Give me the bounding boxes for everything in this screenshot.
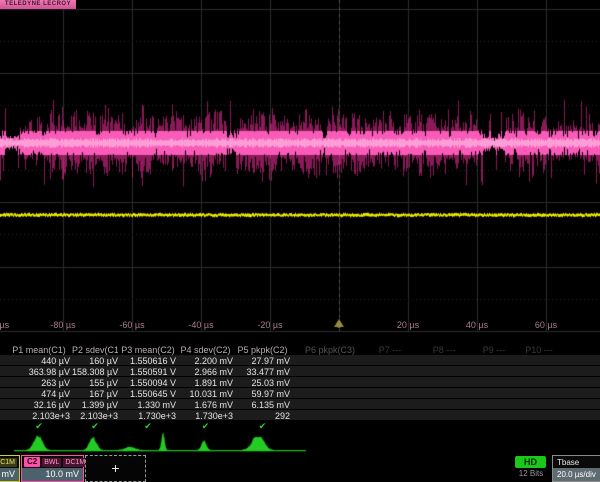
time-axis-label: -20 µs xyxy=(248,320,292,331)
c2-coupling-badge: DC1M xyxy=(63,458,87,467)
param-header-p6[interactable]: P6 pkpk(C3) xyxy=(300,345,360,355)
c2-bwl-badge: BWL xyxy=(42,458,61,467)
p3-mean-cell: 1.550591 V xyxy=(120,367,176,377)
time-axis-label: -80 µs xyxy=(41,320,85,331)
p5-mean-cell: 33.477 mV xyxy=(235,367,290,377)
p4-value-cell: 2.200 mV xyxy=(178,356,233,366)
time-axis-label: -40 µs xyxy=(179,320,223,331)
p3-sdev-cell: 1.330 mV xyxy=(120,400,176,410)
time-axis-label: 60 µs xyxy=(524,320,568,331)
p3-max-cell: 1.550645 V xyxy=(120,389,176,399)
oscilloscope-screen: { "brand_tab": { "label": "TELEDYNE LECR… xyxy=(0,0,600,480)
time-axis-label: 20 µs xyxy=(386,320,430,331)
p4-max-cell: 10.031 mV xyxy=(178,389,233,399)
param-header-p8[interactable]: P8 --- xyxy=(424,345,464,355)
p2-sdev-cell: 1.399 µV xyxy=(72,400,118,410)
p5-status-check-icon: ✔ xyxy=(235,421,290,431)
hd-mode-badge[interactable]: HD xyxy=(515,456,546,468)
p1-mean-cell: 363.98 µV xyxy=(8,367,70,377)
p2-max-cell: 167 µV xyxy=(72,389,118,399)
p3-min-cell: 1.550094 V xyxy=(120,378,176,388)
c2-channel-chip: C2 xyxy=(24,457,40,467)
p5-sdev-cell: 6.135 mV xyxy=(235,400,290,410)
p3-num-cell: 1.730e+3 xyxy=(120,411,176,421)
param-header-p1[interactable]: P1 mean(C1) xyxy=(8,345,70,355)
time-axis-label: -100 µs xyxy=(0,320,16,331)
c1-coupling-badge: DC1M xyxy=(0,458,17,467)
p4-status-check-icon: ✔ xyxy=(178,421,233,431)
param-header-p10[interactable]: P10 --- xyxy=(518,345,560,355)
p4-num-cell: 1.730e+3 xyxy=(178,411,233,421)
p1-sdev-cell: 32.16 µV xyxy=(8,400,70,410)
p1-min-cell: 263 µV xyxy=(8,378,70,388)
p5-num-cell: 292 xyxy=(235,411,290,421)
time-axis-label: 40 µs xyxy=(455,320,499,331)
p2-mean-cell: 158.308 µV xyxy=(72,367,118,377)
timebase-label: Tbase xyxy=(553,456,600,468)
p2-num-cell: 2.103e+3 xyxy=(72,411,118,421)
c1-scale-value: 10.0 mV xyxy=(0,468,19,481)
p1-status-check-icon: ✔ xyxy=(8,421,70,431)
p5-min-cell: 25.03 mV xyxy=(235,378,290,388)
p5-max-cell: 59.97 mV xyxy=(235,389,290,399)
resolution-label: 12 Bits xyxy=(511,469,551,478)
param-header-p9[interactable]: P9 --- xyxy=(474,345,514,355)
p2-status-check-icon: ✔ xyxy=(72,421,118,431)
p2-value-cell: 160 µV xyxy=(72,356,118,366)
p4-sdev-cell: 1.676 mV xyxy=(178,400,233,410)
c1-descriptor-box[interactable]: DC1M 10.0 mV xyxy=(0,455,20,482)
p5-value-cell: 27.97 mV xyxy=(235,356,290,366)
param-header-p5[interactable]: P5 pkpk(C2) xyxy=(235,345,290,355)
p1-num-cell: 2.103e+3 xyxy=(8,411,70,421)
time-axis-label: -60 µs xyxy=(110,320,154,331)
c2-scale-value: 10.0 mV xyxy=(22,468,83,481)
timebase-descriptor-box[interactable]: Tbase 20.0 µs/div xyxy=(552,455,600,482)
p4-mean-cell: 2.966 mV xyxy=(178,367,233,377)
brand-tab: TELEDYNE LECROY xyxy=(0,0,76,9)
param-header-p2[interactable]: P2 sdev(C1) xyxy=(72,345,118,355)
timebase-scale-value: 20.0 µs/div xyxy=(553,468,600,481)
p4-min-cell: 1.891 mV xyxy=(178,378,233,388)
param-header-p4[interactable]: P4 sdev(C2) xyxy=(178,345,233,355)
p1-max-cell: 474 µV xyxy=(8,389,70,399)
p2-min-cell: 155 µV xyxy=(72,378,118,388)
time-axis-label: 0 xyxy=(317,320,361,331)
param-header-p7[interactable]: P7 --- xyxy=(368,345,412,355)
p3-value-cell: 1.550616 V xyxy=(120,356,176,366)
c2-descriptor-box[interactable]: C2 BWL DC1M 10.0 mV xyxy=(21,455,84,482)
p3-status-check-icon: ✔ xyxy=(120,421,176,431)
add-trace-button[interactable]: + xyxy=(85,455,146,482)
param-header-p3[interactable]: P3 mean(C2) xyxy=(120,345,176,355)
p1-value-cell: 440 µV xyxy=(8,356,70,366)
